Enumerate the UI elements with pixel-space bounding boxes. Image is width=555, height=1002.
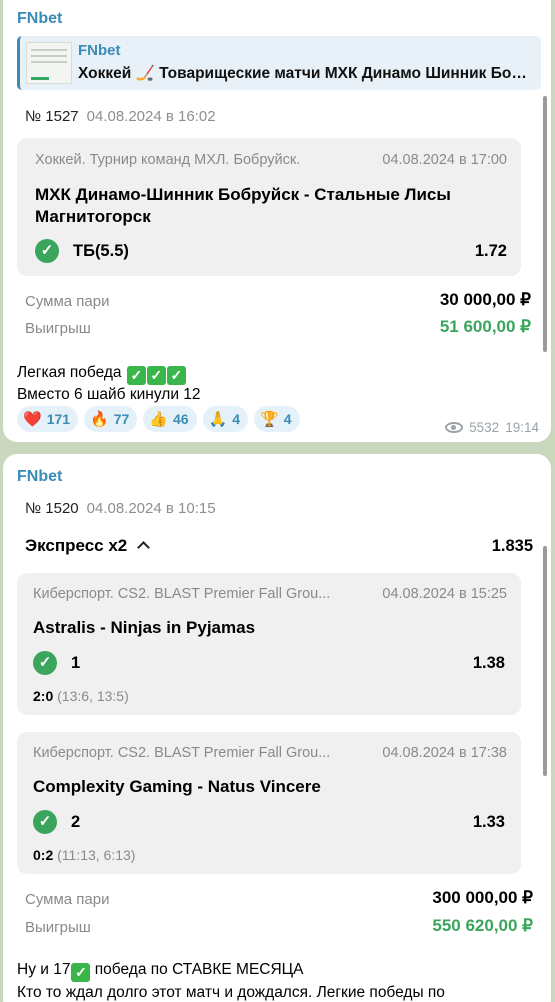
reaction-pray[interactable]: 🙏 4	[202, 406, 249, 432]
event-datetime: 04.08.2024 в 15:25	[382, 586, 507, 602]
reply-preview[interactable]: FNbet Хоккей 🏒 Товарищеские матчи МХК Ди…	[17, 36, 541, 90]
selection: ТБ(5.5)	[73, 241, 129, 260]
payout-label: Выигрыш	[25, 919, 91, 936]
event-teams: Complexity Gaming - Natus Vincere	[33, 777, 321, 796]
express-odds: 1.835	[491, 537, 533, 555]
selection: 1	[71, 653, 81, 672]
odds: 1.72	[474, 242, 507, 260]
selection-row: ✓ ТБ(5.5)	[35, 239, 129, 263]
ticket-date: 04.08.2024 в 10:15	[86, 500, 216, 517]
ticket-date: 04.08.2024 в 16:02	[86, 108, 216, 125]
odds: 1.33	[472, 813, 505, 831]
view-count: 5532	[469, 420, 500, 435]
selection: 2	[71, 812, 81, 831]
ticket-number-row: № 1520 04.08.2024 в 10:15	[25, 500, 216, 517]
check-mark-icon: ✓	[71, 963, 91, 982]
event-card-1: Киберспорт. CS2. BLAST Premier Fall Grou…	[17, 573, 521, 715]
selection-row: ✓ 1	[33, 651, 80, 675]
payout-label: Выигрыш	[25, 320, 91, 337]
check-circle-icon: ✓	[33, 651, 57, 675]
scrollbar[interactable]	[543, 546, 547, 776]
payout-amount: 550 620,00 ₽	[432, 916, 533, 935]
message-meta: 5532 19:14	[445, 420, 539, 435]
odds: 1.38	[472, 654, 505, 672]
reaction-fire[interactable]: 🔥 77	[84, 406, 138, 432]
express-label: Экспресс x2	[25, 536, 128, 555]
event-tournament: Киберспорт. CS2. BLAST Premier Fall Grou…	[33, 745, 331, 761]
reaction-heart[interactable]: ❤️ 171	[17, 406, 79, 432]
eye-icon	[445, 422, 464, 433]
stake-amount: 300 000,00 ₽	[432, 888, 533, 907]
express-toggle[interactable]: Экспресс x2	[25, 536, 151, 556]
ticket-number: № 1527	[25, 108, 79, 125]
check-mark-icon: ✓	[166, 366, 186, 385]
event-score: 2:0 (13:6, 13:5)	[33, 688, 129, 704]
payout-amount: 51 600,00 ₽	[439, 317, 531, 336]
channel-name[interactable]: FNbet	[17, 468, 62, 486]
event-teams: Astralis - Ninjas in Pyjamas	[33, 618, 256, 637]
reply-author: FNbet	[78, 42, 121, 59]
message-text-line1: Легкая победа ✓ ✓ ✓	[17, 362, 186, 385]
reaction-trophy[interactable]: 🏆 4	[254, 406, 300, 432]
event-teams-line1: МХК Динамо-Шинник Бобруйск - Стальные Ли…	[35, 185, 451, 204]
message-text-line2: Вместо 6 шайб кинули 12	[17, 386, 201, 403]
stake-amount: 30 000,00 ₽	[439, 290, 531, 309]
check-circle-icon: ✓	[33, 810, 57, 834]
ticket-number-row: № 1527 04.08.2024 в 16:02	[25, 108, 216, 125]
reaction-thumbs-up[interactable]: 👍 46	[143, 406, 197, 432]
stake-label: Сумма пари	[25, 293, 110, 310]
stake-label: Сумма пари	[25, 891, 110, 908]
message-time: 19:14	[505, 420, 539, 435]
reply-thumbnail	[26, 42, 72, 84]
message-text-line1: Ну и 17 ✓ победа по СТАВКЕ МЕСЯЦА	[17, 961, 304, 982]
chevron-up-icon	[137, 541, 151, 554]
check-mark-icon: ✓	[126, 366, 146, 385]
event-tournament: Хоккей. Турнир команд МХЛ. Бобруйск.	[35, 152, 301, 168]
event-card: Хоккей. Турнир команд МХЛ. Бобруйск. 04.…	[17, 138, 521, 276]
check-mark-icon: ✓	[146, 366, 166, 385]
ticket-number: № 1520	[25, 500, 79, 517]
check-circle-icon: ✓	[35, 239, 59, 263]
channel-name[interactable]: FNbet	[17, 10, 62, 28]
event-score: 0:2 (11:13, 6:13)	[33, 847, 136, 863]
event-datetime: 04.08.2024 в 17:38	[382, 745, 507, 761]
event-datetime: 04.08.2024 в 17:00	[382, 152, 507, 168]
event-teams-line2: Магнитогорск	[35, 207, 151, 226]
scrollbar[interactable]	[543, 96, 547, 352]
message-text-line2: Кто то ждал долго этот матч и дождался. …	[17, 984, 445, 1001]
message-1: FNbet FNbet Хоккей 🏒 Товарищеские матчи …	[3, 0, 551, 442]
event-tournament: Киберспорт. CS2. BLAST Premier Fall Grou…	[33, 586, 331, 602]
message-2: FNbet № 1520 04.08.2024 в 10:15 Экспресс …	[3, 454, 551, 1002]
event-card-2: Киберспорт. CS2. BLAST Premier Fall Grou…	[17, 732, 521, 874]
reply-text: Хоккей 🏒 Товарищеские матчи МХК Динамо Ш…	[78, 65, 536, 82]
reactions: ❤️ 171 🔥 77 👍 46 🙏 4 🏆 4	[17, 406, 300, 432]
selection-row: ✓ 2	[33, 810, 80, 834]
